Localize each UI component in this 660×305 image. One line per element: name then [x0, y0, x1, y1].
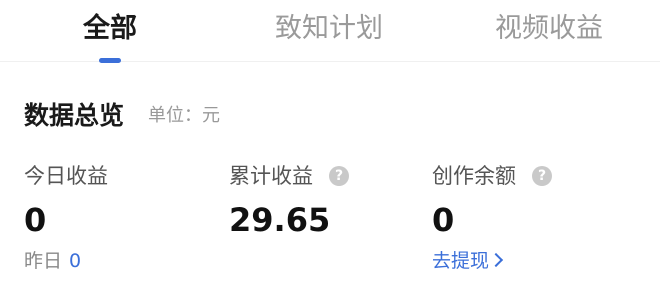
total-earnings-label: 累计收益 — [229, 164, 313, 188]
tab-bar: 全部 致知计划 视频收益 — [0, 0, 660, 63]
today-earnings-value: 0 — [24, 201, 47, 239]
today-earnings-label: 今日收益 — [24, 164, 108, 188]
creator-balance-value: 0 — [432, 201, 455, 239]
active-tab-indicator — [99, 58, 121, 63]
tab-all[interactable]: 全部 — [80, 12, 140, 46]
creator-balance-help-icon[interactable]: ? — [532, 166, 552, 186]
overview-title: 数据总览 — [24, 101, 125, 130]
overview-unit: 单位：元 — [148, 105, 220, 126]
tab-zhizhi-plan[interactable]: 致知计划 — [273, 12, 385, 46]
withdraw-label: 去提现 — [432, 250, 490, 272]
total-earnings-help-icon[interactable]: ? — [329, 166, 349, 186]
yesterday-label: 昨日 — [24, 250, 63, 272]
creator-balance-label: 创作余额 — [432, 164, 516, 188]
yesterday-value[interactable]: 0 — [69, 248, 81, 274]
total-earnings-value: 29.65 — [229, 201, 331, 239]
chevron-right-icon — [488, 252, 504, 268]
withdraw-link[interactable]: 去提现 — [432, 248, 504, 274]
tab-video-earnings[interactable]: 视频收益 — [493, 12, 605, 46]
